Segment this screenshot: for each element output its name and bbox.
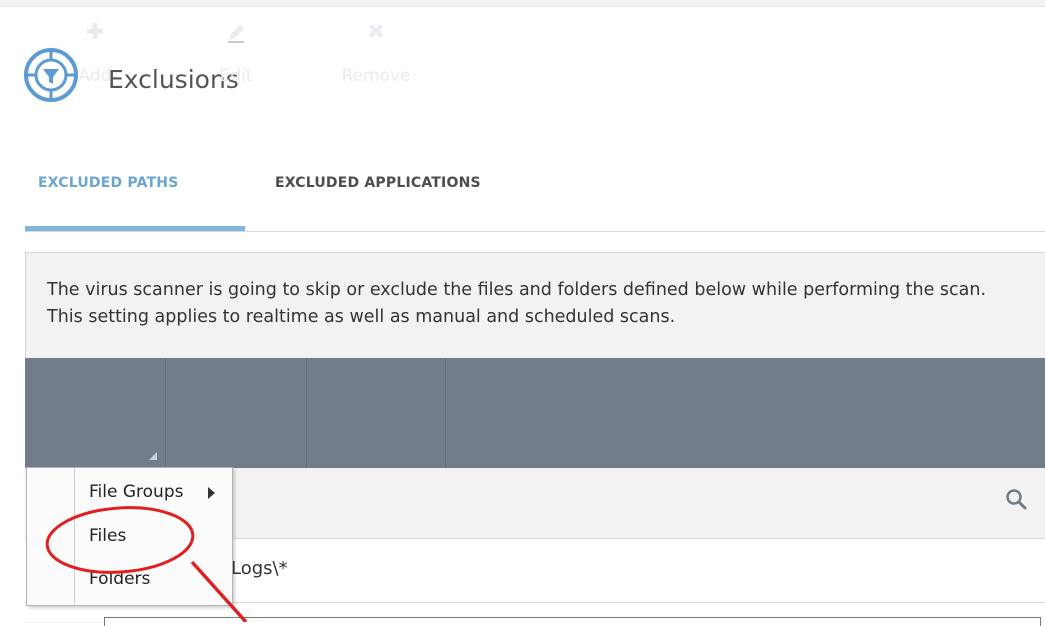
menu-item-label: File Groups [89, 482, 184, 502]
edit-button-label: Edit [219, 66, 253, 86]
tabs-divider [25, 231, 1045, 232]
add-dropdown-caret-icon[interactable] [149, 452, 157, 460]
description-text: The virus scanner is going to skip or ex… [47, 280, 987, 327]
toolbar-separator [165, 358, 166, 468]
add-button-label: Add [78, 66, 112, 86]
search-icon[interactable] [1004, 487, 1028, 511]
toolbar-separator [445, 358, 446, 468]
menu-item-label: Folders [89, 569, 151, 589]
tab-excluded-paths[interactable]: EXCLUDED PATHS [38, 175, 178, 191]
add-dropdown-menu: File Groups Files Folders [26, 467, 233, 606]
close-icon [369, 24, 383, 38]
menu-item-folders[interactable]: Folders [75, 563, 232, 597]
toolbar-separator [306, 358, 307, 468]
pencil-icon [228, 25, 244, 43]
menu-item-file-groups[interactable]: File Groups [75, 476, 232, 510]
add-button[interactable]: Add [25, 0, 165, 110]
edit-button[interactable]: Edit [166, 0, 306, 110]
tab-excluded-applications[interactable]: EXCLUDED APPLICATIONS [275, 175, 481, 191]
toolbar [25, 358, 1045, 468]
remove-button-label: Remove [341, 66, 411, 86]
remove-button[interactable]: Remove [307, 0, 445, 110]
menu-item-label: Files [89, 526, 127, 546]
list-item[interactable]: Logs\* [231, 558, 288, 579]
submenu-arrow-icon [208, 487, 215, 499]
menu-item-files[interactable]: Files [75, 520, 232, 554]
plus-icon [87, 23, 103, 39]
